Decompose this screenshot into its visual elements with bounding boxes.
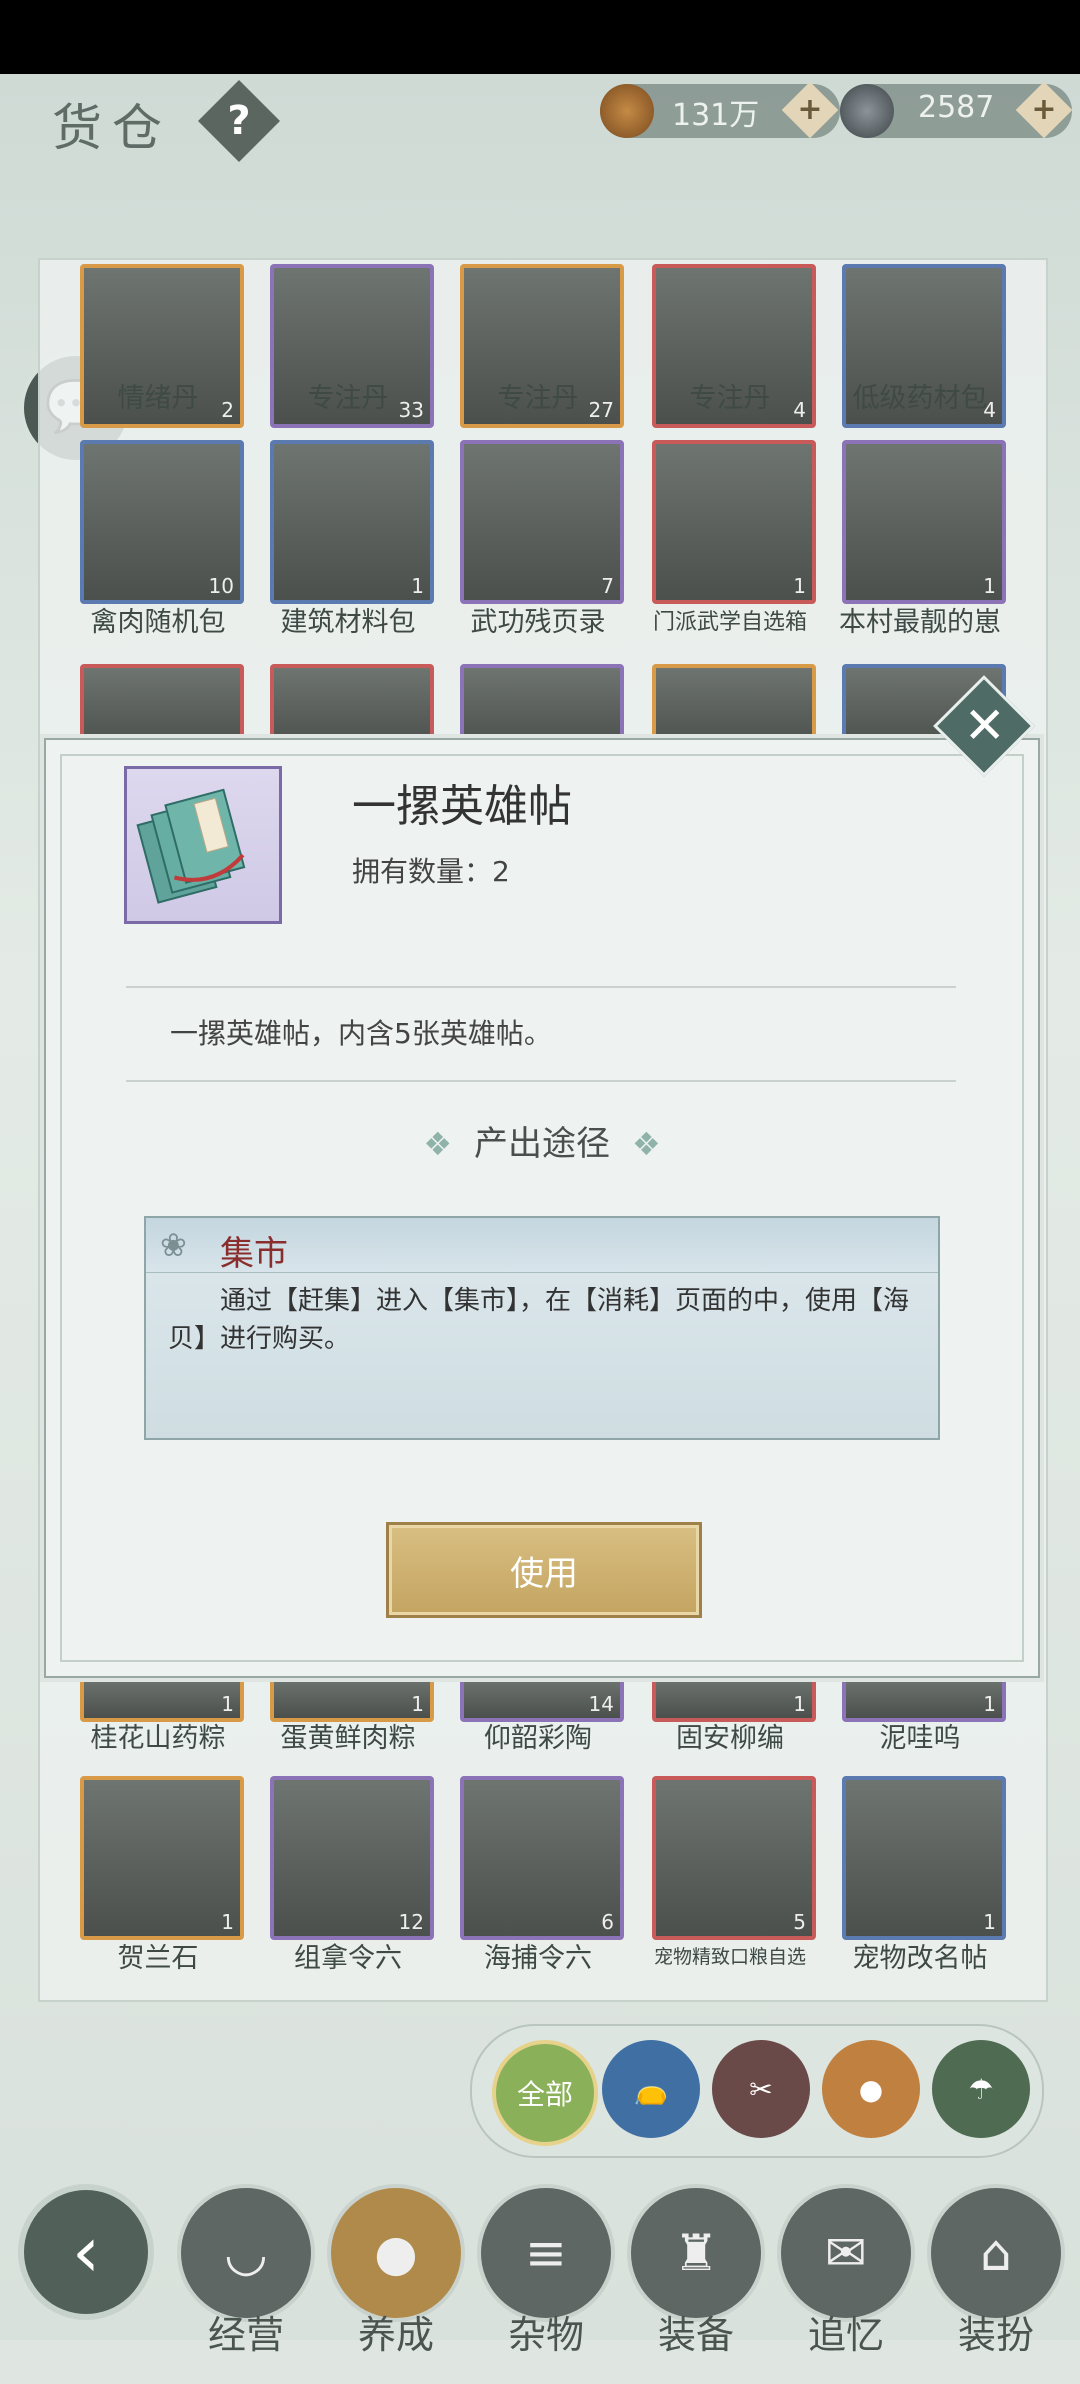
filter-umbrella-icon[interactable]: ☂ [932, 2040, 1030, 2138]
divider [126, 986, 956, 988]
nav-tab-decor[interactable]: ⌂ 装扮 [926, 2184, 1066, 2384]
filter-all-button[interactable]: 全部 [492, 2040, 598, 2146]
source-name: 集市 [220, 1234, 288, 1274]
item-label: 泥哇呜 [879, 1723, 961, 1754]
inventory-slot[interactable]: 1 [80, 1776, 244, 1940]
item-label: 低级药材包 [852, 383, 988, 414]
bowl-icon: ◡ [177, 2184, 315, 2322]
item-label: 贺兰石 [117, 1943, 199, 1974]
copper-value: 131万 [672, 98, 760, 133]
item-label: 情绪丹 [117, 383, 199, 414]
inventory-slot[interactable]: 1 [270, 1674, 434, 1722]
item-label: 宠物改名帖 [852, 1943, 988, 1974]
nav-tab-misc[interactable]: ≡ 杂物 [476, 2184, 616, 2384]
item-description: 一摞英雄帖，内含5张英雄帖。 [170, 1017, 552, 1050]
help-button[interactable]: ? [197, 79, 281, 163]
silver-currency: 2587 + [840, 81, 1073, 139]
inventory-slot[interactable]: 7 [460, 440, 624, 604]
item-label: 本村最靓的崽 [839, 607, 1001, 638]
item-label: 宠物精致口粮自选 [653, 1946, 806, 1968]
inventory-slot[interactable]: 1 [842, 1674, 1006, 1722]
divider [126, 1080, 956, 1082]
inventory-slot[interactable]: 1 [80, 1674, 244, 1722]
pearl-icon: ● [327, 2184, 465, 2322]
robe-icon: ♜ [627, 2184, 765, 2322]
item-label: 门派武学自选箱 [652, 610, 807, 635]
item-label: 专注丹 [497, 383, 579, 414]
back-arrow-icon: ‹ [72, 2211, 100, 2293]
inventory-slot[interactable]: 1 [842, 1776, 1006, 1940]
source-heading: ❖ 产出途径 ❖ [423, 1124, 661, 1164]
item-label: 禽肉随机包 [90, 607, 226, 638]
inventory-slot[interactable]: 5 [652, 1776, 816, 1940]
close-icon: ✕ [963, 696, 1006, 755]
back-button[interactable]: ‹ [18, 2184, 154, 2320]
item-detail-modal: 一摞英雄帖 拥有数量：2 一摞英雄帖，内含5张英雄帖。 ❖ 产出途径 ❖ ❀ 集市 … [44, 738, 1040, 1678]
diamond-ornament-icon: ❖ [632, 1125, 661, 1163]
inventory-slot[interactable]: 14 [460, 1674, 624, 1722]
filter-food-icon[interactable]: ● [822, 2040, 920, 2138]
item-label: 蛋黄鲜肉粽 [280, 1723, 416, 1754]
item-quantity: 拥有数量：2 [352, 855, 510, 888]
category-filter-bar: 全部 👝 ✂ ● ☂ [470, 2024, 1044, 2158]
inventory-slot[interactable]: 1 [652, 1674, 816, 1722]
inventory-slot[interactable]: 1 [270, 440, 434, 604]
use-button[interactable]: 使用 [386, 1522, 702, 1618]
inventory-slot[interactable]: 10 [80, 440, 244, 604]
inventory-slot[interactable]: 1 [842, 440, 1006, 604]
inventory-slot[interactable]: 1 [652, 440, 816, 604]
bundle-icon: ≡ [477, 2184, 615, 2322]
diamond-ornament-icon: ❖ [423, 1125, 452, 1163]
letter-icon: ✉ [777, 2184, 915, 2322]
item-label: 专注丹 [307, 383, 389, 414]
filter-tools-icon[interactable]: ✂ [712, 2040, 810, 2138]
item-label: 固安柳编 [676, 1723, 784, 1754]
item-label: 武功残页录 [470, 607, 606, 638]
item-name: 一摞英雄帖 [352, 781, 572, 832]
item-label: 专注丹 [689, 383, 771, 414]
silver-ingot-icon [840, 84, 894, 138]
silver-value: 2587 [918, 90, 995, 125]
inventory-slot[interactable]: 12 [270, 1776, 434, 1940]
item-label: 建筑材料包 [280, 607, 416, 638]
copper-currency: 131万 + [600, 81, 840, 139]
add-copper-button[interactable]: + [781, 81, 839, 139]
source-card-market[interactable]: ❀ 集市 通过【赶集】进入【集市】，在【消耗】页面的中，使用【海贝】进行购买。 [144, 1216, 940, 1440]
filter-bag-icon[interactable]: 👝 [602, 2040, 700, 2138]
item-label: 仰韶彩陶 [484, 1723, 592, 1754]
copper-coin-icon [600, 84, 654, 138]
status-bar [0, 0, 1080, 74]
nav-tab-equipment[interactable]: ♜ 装备 [626, 2184, 766, 2384]
nav-tab-business[interactable]: ◡ 经营 [176, 2184, 316, 2384]
nav-tab-cultivate[interactable]: ● 养成 [326, 2184, 466, 2384]
item-label: 海捕令六 [484, 1943, 592, 1974]
item-label: 桂花山药粽 [90, 1723, 226, 1754]
add-silver-button[interactable]: + [1015, 81, 1073, 139]
source-text: 通过【赶集】进入【集市】，在【消耗】页面的中，使用【海贝】进行购买。 [168, 1286, 910, 1354]
help-icon: ? [227, 98, 251, 144]
page-title: 货仓 [52, 99, 172, 157]
pavilion-icon: ⌂ [927, 2184, 1065, 2322]
lotus-icon: ❀ [160, 1226, 187, 1264]
hero-letters-icon [124, 766, 282, 924]
item-label: 组拿令六 [294, 1943, 402, 1974]
nav-tab-memories[interactable]: ✉ 追忆 [776, 2184, 916, 2384]
inventory-slot[interactable]: 6 [460, 1776, 624, 1940]
